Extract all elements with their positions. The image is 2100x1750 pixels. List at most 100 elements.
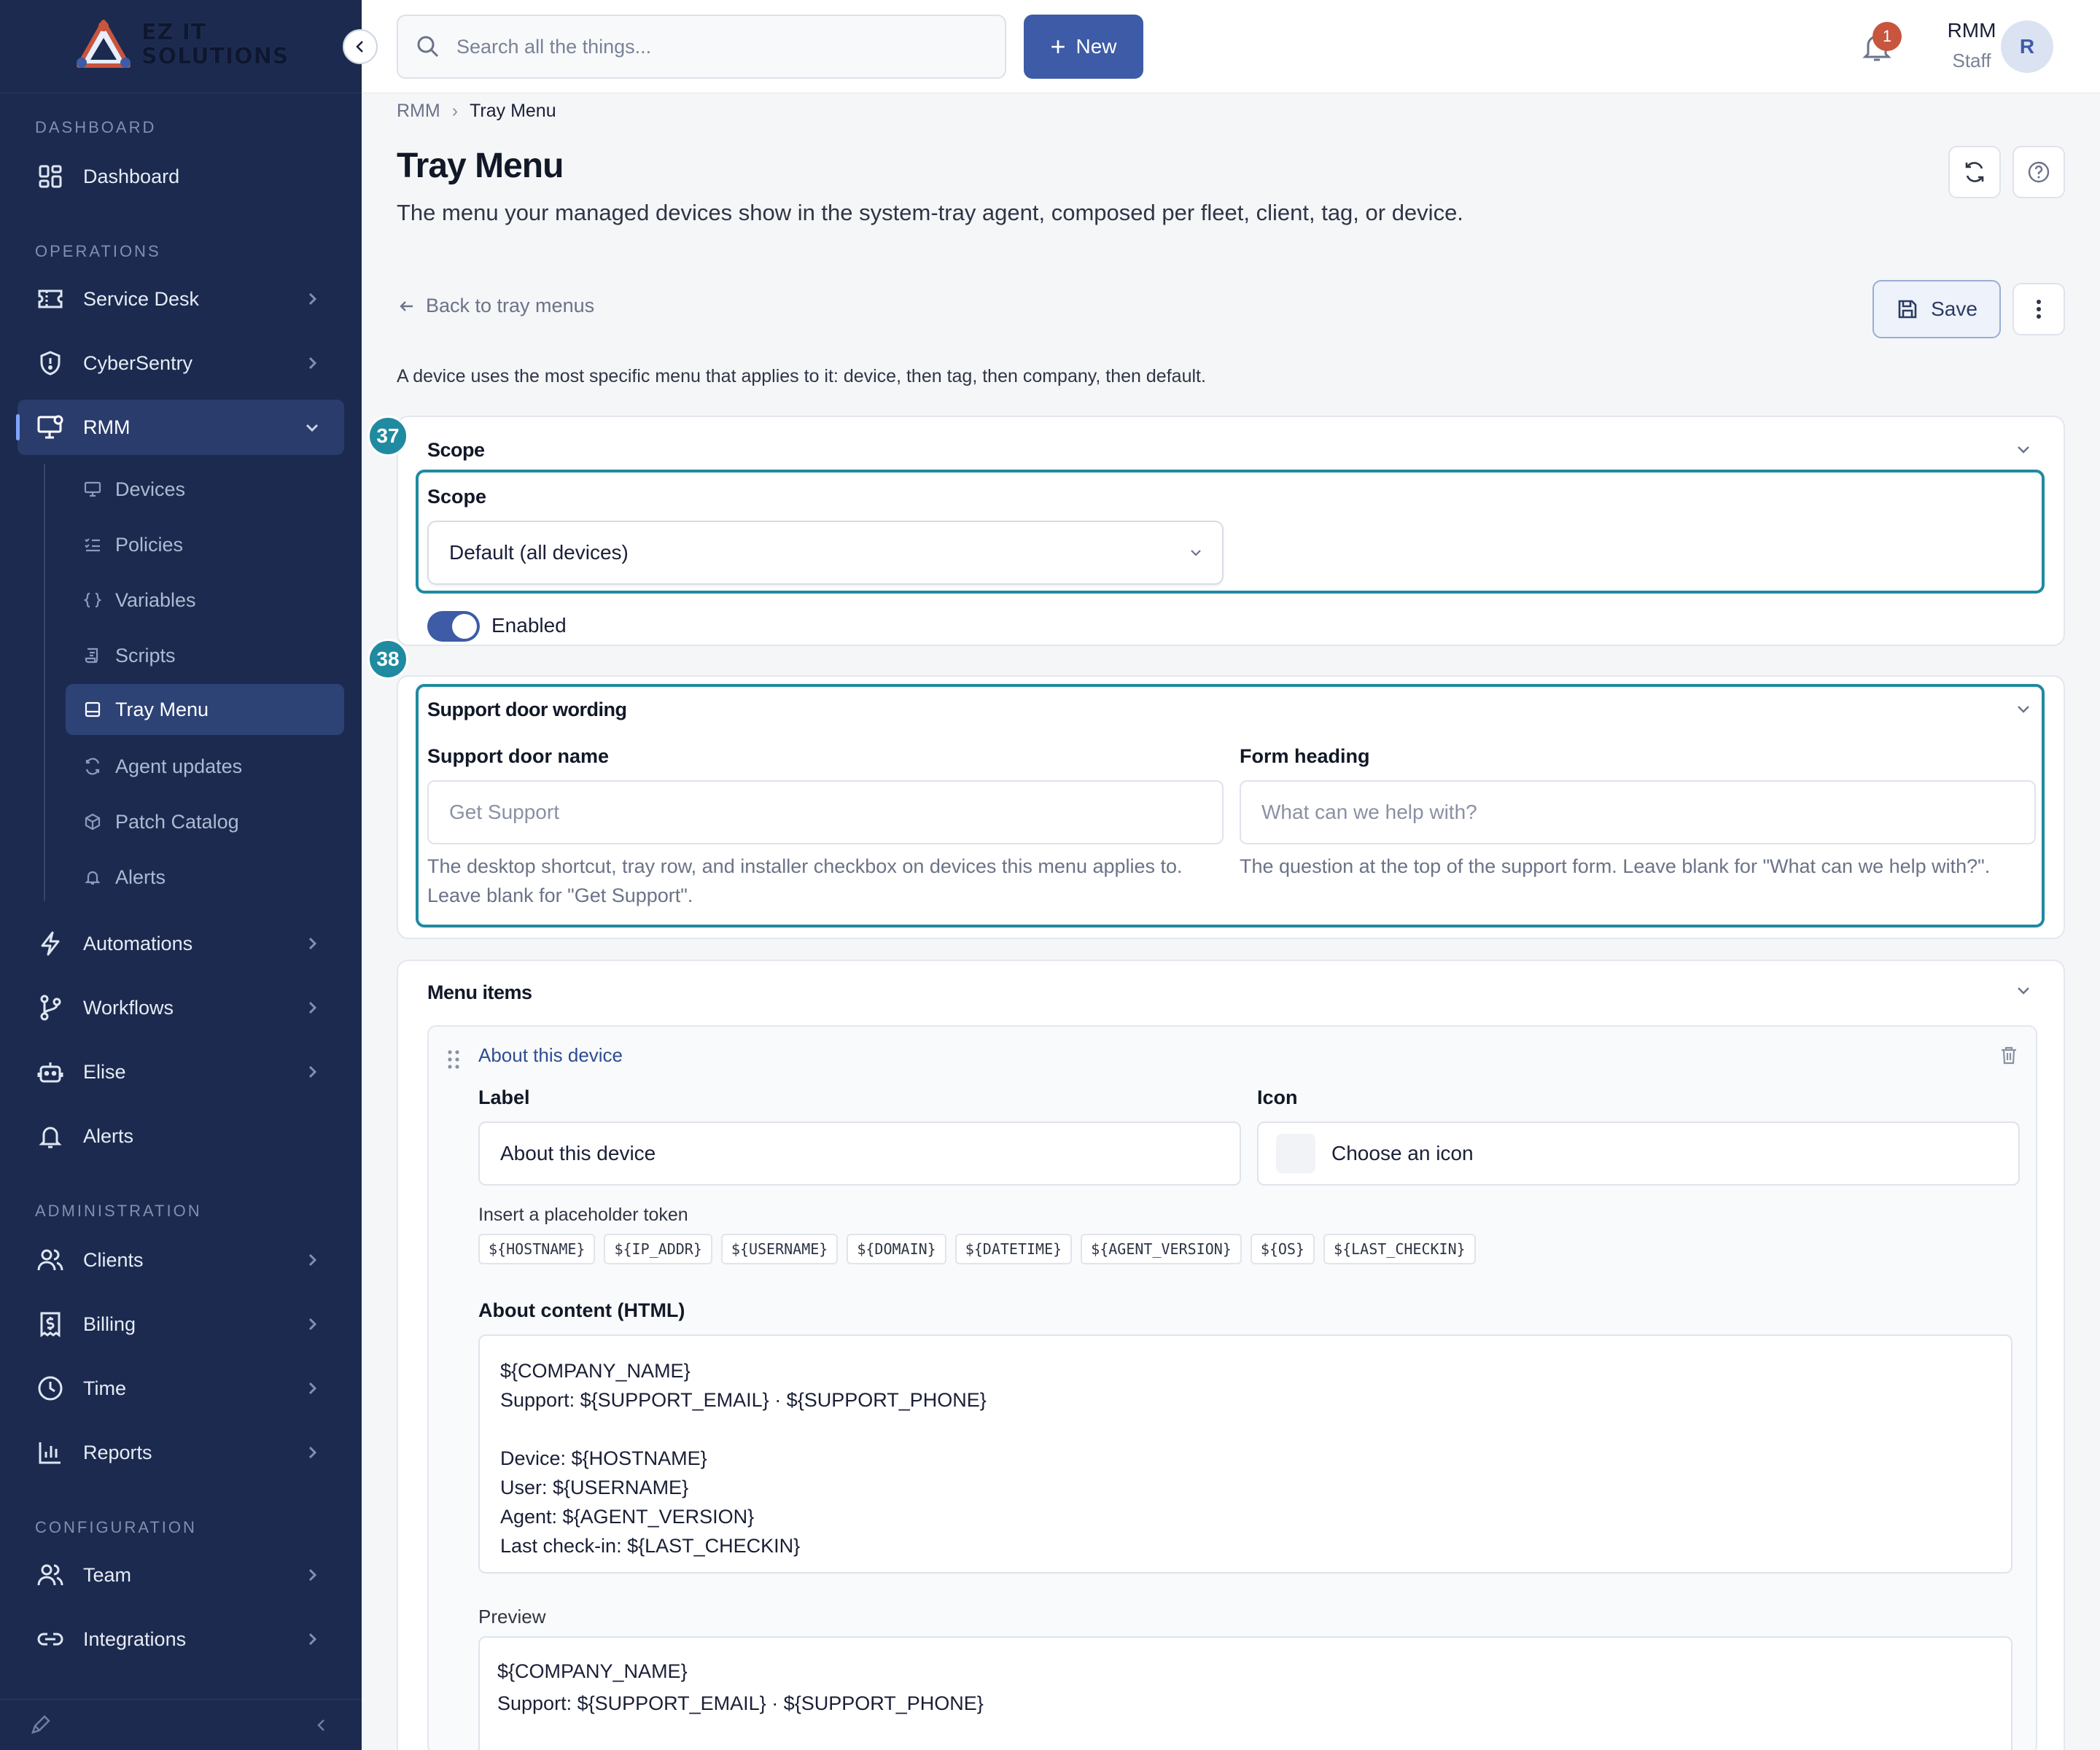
sidebar-item-alerts[interactable]: Alerts xyxy=(18,1108,344,1164)
token-chip[interactable]: ${OS} xyxy=(1250,1234,1315,1264)
search-icon xyxy=(417,36,439,58)
token-chip[interactable]: ${USERNAME} xyxy=(720,1234,839,1264)
back-to-tray-menus-link[interactable]: Back to tray menus xyxy=(397,295,594,317)
grid-icon xyxy=(36,163,64,190)
sidebar-item-cybersentry[interactable]: CyberSentry xyxy=(18,335,344,391)
support-door-card: Support door wording Support door name G… xyxy=(397,675,2065,939)
section-operations: OPERATIONS xyxy=(35,242,161,260)
drag-handle-icon[interactable] xyxy=(446,1049,461,1070)
chevron-right-icon xyxy=(308,1001,317,1014)
about-content-editor[interactable]: ${COMPANY_NAME} Support: ${SUPPORT_EMAIL… xyxy=(478,1334,2012,1574)
token-chip[interactable]: ${LAST_CHECKIN} xyxy=(1323,1234,1476,1264)
sidebar-item-policies[interactable]: Policies xyxy=(66,519,344,570)
sidebar-item-service-desk[interactable]: Service Desk xyxy=(18,271,344,327)
sidebar-item-automations[interactable]: Automations xyxy=(18,916,344,971)
chevron-down-icon xyxy=(1191,550,1201,556)
token-chip[interactable]: ${DOMAIN} xyxy=(847,1234,946,1264)
sidebar-item-tray-menu[interactable]: Tray Menu xyxy=(66,684,344,735)
breadcrumb-parent[interactable]: RMM xyxy=(397,101,440,122)
sidebar-item-integrations[interactable]: Integrations xyxy=(18,1611,344,1667)
sidebar-collapse-button[interactable] xyxy=(343,29,378,64)
sidebar-item-team[interactable]: Team xyxy=(18,1547,344,1603)
help-circle-icon xyxy=(2028,161,2050,183)
sidebar-item-agent-updates[interactable]: Agent updates xyxy=(66,741,344,792)
menu-item-label-input[interactable]: About this device xyxy=(478,1121,1241,1186)
scope-field-label: Scope xyxy=(427,486,487,508)
token-chip[interactable]: ${HOSTNAME} xyxy=(478,1234,596,1264)
breadcrumb-separator-icon: › xyxy=(451,100,459,121)
chevron-right-icon xyxy=(308,292,317,306)
scroll-icon xyxy=(83,646,102,665)
list-check-icon xyxy=(83,535,102,554)
chevron-down-icon[interactable] xyxy=(2012,699,2034,720)
about-content-label: About content (HTML) xyxy=(478,1299,685,1321)
sidebar-item-clients[interactable]: Clients xyxy=(18,1232,344,1288)
sidebar-item-scripts[interactable]: Scripts xyxy=(66,630,344,681)
chevron-down-icon[interactable] xyxy=(2012,980,2034,1002)
chevron-left-icon[interactable] xyxy=(312,1716,331,1735)
more-vertical-icon xyxy=(2037,300,2041,319)
save-button[interactable]: Save xyxy=(1872,280,2001,338)
refresh-button[interactable] xyxy=(1948,146,2001,198)
form-heading-input[interactable]: What can we help with? xyxy=(1240,780,2036,844)
menu-items-title: Menu items xyxy=(427,981,532,1003)
scope-select[interactable]: Default (all devices) xyxy=(427,521,1224,585)
chevron-right-icon xyxy=(308,1446,317,1459)
search-input[interactable]: Search all the things... xyxy=(397,15,1006,79)
sidebar-item-variables[interactable]: Variables xyxy=(66,575,344,626)
sidebar-item-devices[interactable]: Devices xyxy=(66,464,344,515)
top-bar: Search all the things... + New 1 RMM Sta… xyxy=(362,0,2100,93)
enabled-toggle[interactable] xyxy=(427,611,480,642)
trash-icon[interactable] xyxy=(1998,1044,2020,1066)
chevron-right-icon xyxy=(308,1318,317,1331)
menu-items-card: Menu items About this device Label About… xyxy=(397,960,2065,1750)
chevron-right-icon xyxy=(308,937,317,950)
sidebar-item-time[interactable]: Time xyxy=(18,1361,344,1416)
scope-card-title: Scope xyxy=(427,439,485,461)
sidebar-item-elise[interactable]: Elise xyxy=(18,1044,344,1100)
sidebar-item-workflows[interactable]: Workflows xyxy=(18,980,344,1035)
bell-icon xyxy=(36,1122,64,1150)
pencil-icon[interactable] xyxy=(29,1714,51,1736)
new-button[interactable]: + New xyxy=(1024,15,1143,79)
sidebar-item-billing[interactable]: Billing xyxy=(18,1296,344,1352)
sidebar-item-label: Service Desk xyxy=(83,287,200,310)
support-door-name-help: The desktop shortcut, tray row, and inst… xyxy=(427,855,1183,906)
chevron-down-icon[interactable] xyxy=(2012,439,2034,461)
receipt-dollar-icon xyxy=(36,1310,64,1338)
git-branch-icon xyxy=(36,994,64,1022)
menu-item-label-label: Label xyxy=(478,1086,530,1108)
chevron-left-icon xyxy=(356,41,363,52)
help-button[interactable] xyxy=(2012,146,2065,198)
clock-icon xyxy=(36,1374,64,1402)
form-heading-label: Form heading xyxy=(1240,745,1370,767)
brand: EZ IT SOLUTIONS xyxy=(0,0,362,93)
sidebar-item-patch-catalog[interactable]: Patch Catalog xyxy=(66,796,344,847)
brand-name: EZ IT SOLUTIONS xyxy=(141,20,289,69)
chevron-right-icon xyxy=(308,1382,317,1395)
menu-item-title[interactable]: About this device xyxy=(478,1044,623,1067)
enabled-label: Enabled xyxy=(491,614,567,637)
panel-bottom-icon xyxy=(83,700,102,719)
token-chip[interactable]: ${IP_ADDR} xyxy=(604,1234,712,1264)
menu-item-icon-label: Icon xyxy=(1257,1086,1298,1108)
main-content: RMM › Tray Menu Tray Menu The menu your … xyxy=(362,93,2100,1750)
page-subtitle: The menu your managed devices show in th… xyxy=(397,200,1463,225)
avatar[interactable]: R xyxy=(2001,20,2053,73)
bar-chart-icon xyxy=(36,1439,64,1466)
sidebar-item-dashboard[interactable]: Dashboard xyxy=(18,149,344,204)
token-chip[interactable]: ${DATETIME} xyxy=(954,1234,1073,1264)
plus-icon: + xyxy=(1050,31,1066,61)
token-chip[interactable]: ${AGENT_VERSION} xyxy=(1081,1234,1242,1264)
more-options-button[interactable] xyxy=(2012,283,2065,335)
sidebar-item-reports[interactable]: Reports xyxy=(18,1425,344,1480)
arrow-left-icon xyxy=(400,300,413,311)
sidebar-item-rmm[interactable]: RMM xyxy=(16,400,344,455)
icon-picker[interactable]: Choose an icon xyxy=(1257,1121,2020,1186)
sidebar-item-rmm-alerts[interactable]: Alerts xyxy=(66,852,344,903)
sidebar-item-label: RMM xyxy=(83,416,131,438)
refresh-icon xyxy=(1965,162,1984,182)
token-list: ${HOSTNAME} ${IP_ADDR} ${USERNAME} ${DOM… xyxy=(478,1234,1485,1264)
support-door-name-input[interactable]: Get Support xyxy=(427,780,1224,844)
chevron-right-icon xyxy=(308,1568,317,1582)
